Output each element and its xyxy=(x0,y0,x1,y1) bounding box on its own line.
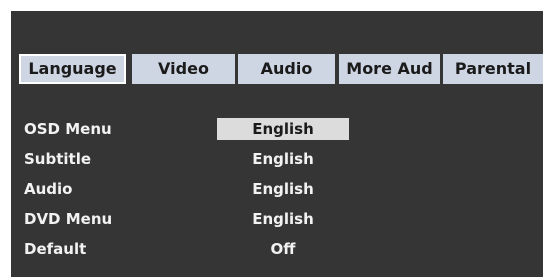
setting-label: Default xyxy=(24,240,87,258)
setting-row-audio[interactable]: Audio English xyxy=(11,174,543,204)
tab-video[interactable]: Video xyxy=(132,54,235,84)
setting-row-subtitle[interactable]: Subtitle English xyxy=(11,144,543,174)
tab-parental[interactable]: Parental xyxy=(443,54,543,84)
dvd-setup-screen: Language Video Audio More Aud Parental O… xyxy=(11,11,543,277)
language-settings-list: OSD Menu English Subtitle English Audio … xyxy=(11,114,543,264)
setting-value-default[interactable]: Off xyxy=(217,238,349,260)
setting-row-dvd-menu[interactable]: DVD Menu English xyxy=(11,204,543,234)
setting-row-osd-menu[interactable]: OSD Menu English xyxy=(11,114,543,144)
setup-tab-bar: Language Video Audio More Aud Parental xyxy=(11,50,543,91)
setting-value-osd-menu[interactable]: English xyxy=(217,118,349,140)
tab-audio[interactable]: Audio xyxy=(238,54,335,84)
setting-value-subtitle[interactable]: English xyxy=(217,148,349,170)
setting-label: OSD Menu xyxy=(24,120,112,138)
tab-language[interactable]: Language xyxy=(19,54,126,84)
setting-value-audio[interactable]: English xyxy=(217,178,349,200)
setting-label: Audio xyxy=(24,180,73,198)
tab-more-audio[interactable]: More Aud xyxy=(339,54,440,84)
setting-label: DVD Menu xyxy=(24,210,113,228)
setting-label: Subtitle xyxy=(24,150,92,168)
setting-row-default[interactable]: Default Off xyxy=(11,234,543,264)
setting-value-dvd-menu[interactable]: English xyxy=(217,208,349,230)
